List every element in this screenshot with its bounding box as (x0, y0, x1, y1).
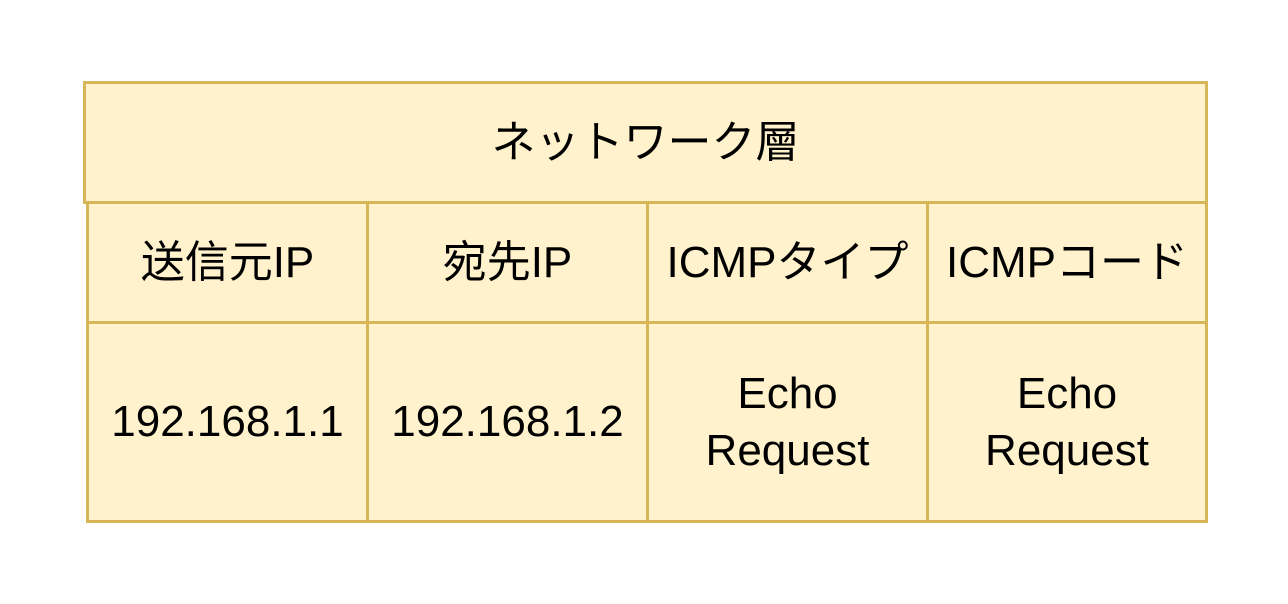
field-icmp-type: ICMPタイプ (646, 201, 929, 324)
field-value: 192.168.1.2 (391, 397, 624, 447)
value-icmp-code: Echo Request (926, 321, 1208, 523)
value-icmp-type: Echo Request (646, 321, 929, 523)
field-label: 宛先IP (442, 237, 573, 287)
field-value: 192.168.1.1 (111, 397, 344, 447)
field-label: ICMPタイプ (666, 237, 909, 287)
field-value: Echo Request (985, 368, 1149, 475)
network-layer-header: ネットワーク層 (83, 81, 1208, 204)
value-destination-ip: 192.168.1.2 (366, 321, 649, 523)
field-destination-ip: 宛先IP (366, 201, 649, 324)
network-layer-title: ネットワーク層 (491, 117, 800, 167)
field-icmp-code: ICMPコード (926, 201, 1208, 324)
value-source-ip: 192.168.1.1 (86, 321, 369, 523)
field-label: 送信元IP (140, 237, 315, 287)
field-label: ICMPコード (946, 237, 1188, 287)
field-source-ip: 送信元IP (86, 201, 369, 324)
field-value: Echo Request (705, 368, 870, 475)
